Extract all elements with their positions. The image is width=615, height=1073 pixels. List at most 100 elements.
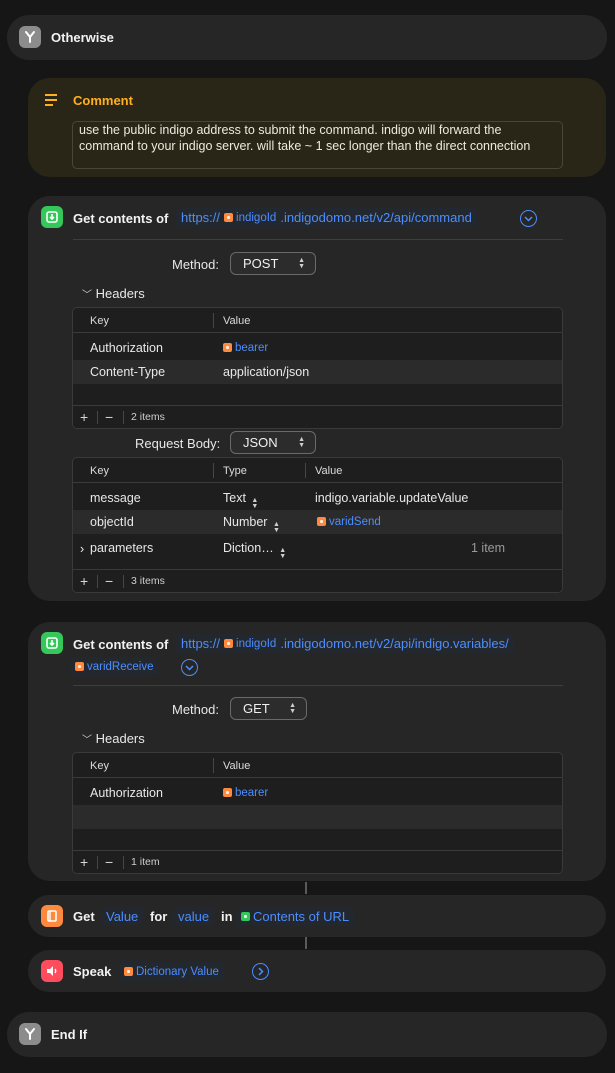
- body-value[interactable]: 1 item: [471, 541, 505, 555]
- body-key[interactable]: parameters: [90, 541, 153, 555]
- body-key[interactable]: message: [90, 491, 141, 505]
- variable-label: bearer: [235, 341, 269, 354]
- table-row[interactable]: objectId Number ▲ ▼ varidSend: [73, 510, 562, 534]
- variable-icon: [224, 639, 234, 648]
- column-separator: [305, 463, 306, 478]
- variable-varidreceive[interactable]: varidReceive: [75, 661, 153, 673]
- type-label: Diction…: [223, 541, 274, 555]
- otherwise-block[interactable]: Otherwise: [7, 15, 607, 60]
- contents-of-url-param[interactable]: Contents of URL: [236, 907, 355, 926]
- col-type: Type: [223, 465, 247, 477]
- comment-text[interactable]: use the public indigo address to submit …: [72, 121, 563, 169]
- expand-chevron-button[interactable]: [520, 210, 537, 227]
- flow-connector: [305, 937, 307, 949]
- url-field-continued[interactable]: varidReceive: [70, 657, 159, 676]
- body-value[interactable]: varidSend: [317, 515, 381, 529]
- chevron-down-icon: ﹀: [82, 735, 92, 746]
- url-field[interactable]: https:// indigoId .indigodomo.net/v2/api…: [176, 634, 514, 653]
- remove-row-button[interactable]: −: [105, 409, 113, 425]
- flow-connector: [305, 882, 307, 894]
- footer-separator: [123, 575, 124, 588]
- up-down-chevron-icon: ▲ ▼: [289, 701, 296, 715]
- header-key[interactable]: Authorization: [90, 786, 163, 800]
- variable-label: bearer: [235, 786, 269, 799]
- param-label: Dictionary Value: [136, 965, 219, 978]
- header-value[interactable]: bearer: [223, 786, 268, 800]
- col-key: Key: [90, 760, 109, 772]
- column-separator: [213, 758, 214, 773]
- col-value: Value: [315, 465, 343, 477]
- type-label: Number: [223, 515, 268, 529]
- table-header: Key Value: [73, 308, 562, 333]
- headers-table: Key Value Authorization bearer Content-T…: [72, 307, 563, 429]
- remove-row-button[interactable]: −: [105, 854, 113, 870]
- url-field[interactable]: https:// indigoId .indigodomo.net/v2/api…: [176, 208, 477, 227]
- add-row-button[interactable]: +: [80, 409, 88, 425]
- header-value[interactable]: application/json: [223, 365, 309, 379]
- chevron-down-icon: ﹀: [82, 290, 92, 301]
- request-body-table: Key Type Value message Text ▲ ▼ indigo.va…: [72, 457, 563, 593]
- table-row[interactable]: Authorization bearer: [73, 781, 562, 805]
- method-value: POST: [243, 256, 279, 271]
- headers-label: Headers: [95, 731, 145, 746]
- add-row-button[interactable]: +: [80, 854, 88, 870]
- header-value[interactable]: bearer: [223, 341, 268, 355]
- get-value-param[interactable]: value: [173, 907, 215, 926]
- up-down-chevron-icon: ▲ ▼: [279, 547, 287, 560]
- speak-text-param[interactable]: Dictionary Value: [119, 962, 224, 981]
- table-row[interactable]: Content-Type application/json: [73, 360, 562, 384]
- type-label: Text: [223, 491, 246, 505]
- speak-block[interactable]: [28, 950, 606, 992]
- header-key[interactable]: Content-Type: [90, 365, 165, 379]
- table-footer: + − 3 items: [73, 569, 562, 592]
- speaker-icon: [41, 960, 63, 982]
- add-row-button[interactable]: +: [80, 573, 88, 589]
- download-icon: [41, 632, 63, 654]
- table-row[interactable]: Authorization bearer: [73, 336, 562, 360]
- expand-chevron-button[interactable]: [181, 659, 198, 676]
- end-if-block[interactable]: End If: [7, 1012, 607, 1057]
- up-down-chevron-icon: ▲ ▼: [298, 435, 305, 449]
- up-down-chevron-icon: ▲ ▼: [251, 497, 259, 510]
- body-key[interactable]: objectId: [90, 515, 134, 529]
- body-value[interactable]: indigo.variable.updateValue: [315, 491, 468, 505]
- headers-label: Headers: [95, 286, 145, 301]
- url-prefix: https://: [181, 210, 221, 225]
- table-footer: + − 1 item: [73, 850, 562, 873]
- comment-lines-icon: [45, 94, 58, 106]
- chevron-right-icon[interactable]: ›: [80, 542, 84, 556]
- header-key[interactable]: Authorization: [90, 341, 163, 355]
- body-type[interactable]: Number ▲ ▼: [223, 515, 280, 534]
- headers-table: Key Value Authorization bearer + − 1 ite…: [72, 752, 563, 874]
- action1-title: Get contents of: [73, 211, 169, 226]
- divider: [73, 239, 563, 240]
- param-label: value: [178, 909, 210, 924]
- request-body-select[interactable]: JSON ▲ ▼: [230, 431, 316, 454]
- in-label: in: [221, 909, 233, 924]
- get-key-param[interactable]: Value: [101, 907, 144, 926]
- variable-label: indigoId: [236, 637, 277, 650]
- item-count: 2 items: [131, 411, 165, 423]
- table-row[interactable]: message Text ▲ ▼ indigo.variable.updateVa…: [73, 486, 562, 510]
- headers-toggle[interactable]: ﹀ Headers: [82, 731, 145, 746]
- variable-indigoid[interactable]: indigoId: [224, 212, 276, 224]
- table-row[interactable]: › parameters Diction… ▲ ▼ 1 item: [73, 536, 562, 560]
- method-select[interactable]: POST ▲ ▼: [230, 252, 316, 275]
- action3-title: Get: [73, 909, 95, 924]
- footer-separator: [97, 856, 98, 869]
- end-if-title: End If: [51, 1027, 88, 1042]
- method-select[interactable]: GET ▲ ▼: [230, 697, 307, 720]
- body-type[interactable]: Diction… ▲ ▼: [223, 541, 286, 560]
- body-type[interactable]: Text ▲ ▼: [223, 491, 258, 510]
- url-prefix: https://: [181, 636, 221, 651]
- remove-row-button[interactable]: −: [105, 573, 113, 589]
- headers-toggle[interactable]: ﹀ Headers: [82, 286, 145, 301]
- item-count: 3 items: [131, 575, 165, 587]
- variable-label: varidSend: [329, 515, 381, 528]
- variable-indigoid[interactable]: indigoId: [224, 638, 276, 650]
- col-value: Value: [223, 315, 251, 327]
- action4-title: Speak: [73, 964, 112, 979]
- expand-chevron-button[interactable]: [252, 963, 269, 980]
- for-label: for: [150, 909, 168, 924]
- variable-label: varidReceive: [87, 660, 154, 673]
